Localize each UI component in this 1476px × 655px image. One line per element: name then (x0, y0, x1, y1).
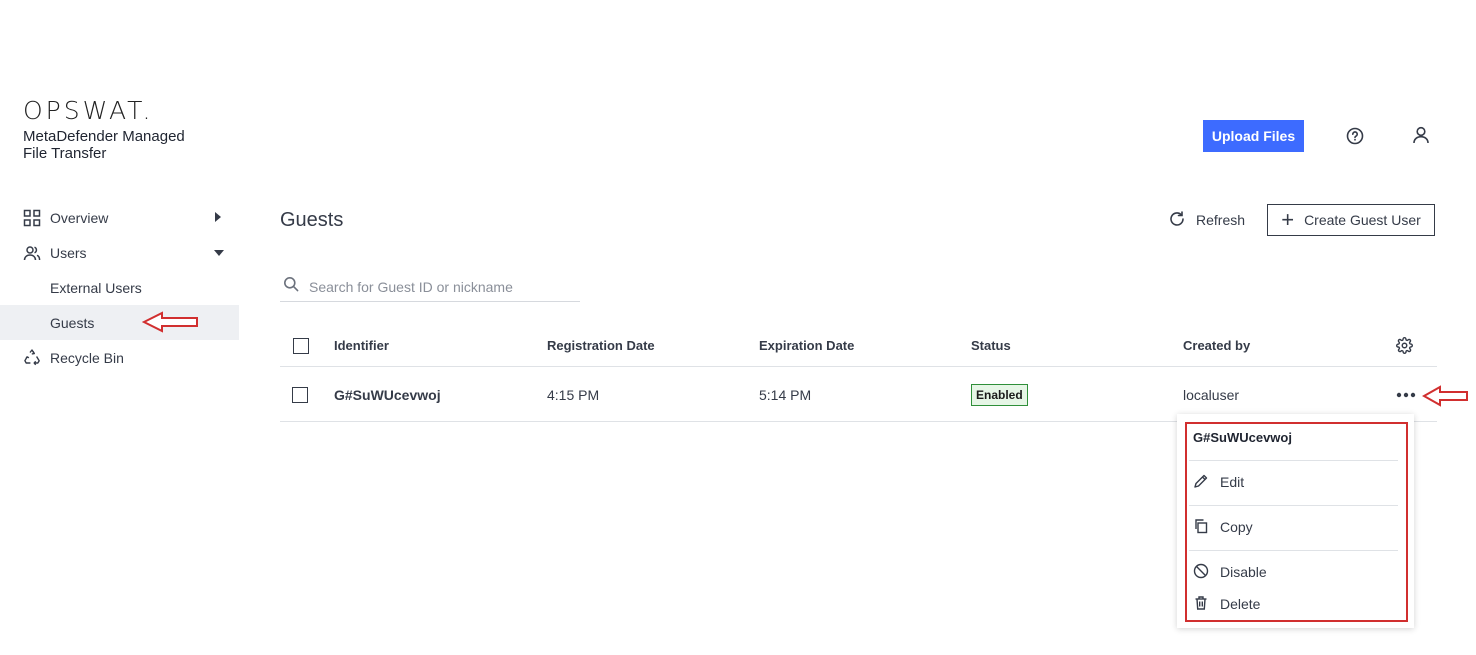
recycle-icon (23, 348, 41, 367)
menu-item-copy[interactable]: Copy (1193, 516, 1253, 538)
status-badge: Enabled (971, 383, 1028, 406)
menu-item-disable[interactable]: Disable (1193, 561, 1267, 583)
select-all-checkbox[interactable] (293, 337, 309, 354)
row-context-menu: G#SuWUcevwoj Edit Copy Disable Delete (1177, 414, 1414, 628)
refresh-icon (1168, 210, 1196, 231)
annotation-arrow-left-icon (1422, 385, 1468, 407)
opswat-logo: OPSWAT. (23, 96, 154, 125)
refresh-label: Refresh (1196, 212, 1246, 228)
search-icon (280, 276, 309, 297)
product-name: MetaDefender Managed File Transfer (23, 128, 203, 162)
refresh-button[interactable]: Refresh (1168, 208, 1245, 232)
upload-files-button[interactable]: Upload Files (1203, 120, 1304, 152)
row-checkbox[interactable] (292, 386, 308, 403)
sidebar-item-external-users[interactable]: External Users (0, 270, 239, 305)
cell-registration-date: 4:15 PM (547, 386, 600, 403)
disable-icon (1193, 563, 1220, 582)
context-menu-title: G#SuWUcevwoj (1193, 430, 1292, 445)
column-header-created-by[interactable]: Created by (1183, 325, 1250, 366)
pencil-icon (1193, 473, 1220, 492)
menu-item-label: Disable (1220, 564, 1267, 580)
sidebar-item-guests[interactable]: Guests (0, 305, 239, 340)
column-header-status[interactable]: Status (971, 325, 1011, 366)
menu-item-label: Delete (1220, 596, 1261, 612)
caret-right-icon (213, 210, 223, 226)
sidebar-item-label: External Users (50, 279, 142, 296)
cell-identifier[interactable]: G#SuWUcevwoj (334, 368, 441, 421)
table-header: Identifier Registration Date Expiration … (280, 325, 1437, 367)
menu-item-delete[interactable]: Delete (1193, 593, 1260, 615)
sidebar-item-label: Users (50, 244, 87, 261)
product-name-line2: File Transfer (23, 145, 107, 162)
sidebar-item-label: Overview (50, 209, 109, 226)
trash-icon (1193, 595, 1220, 614)
column-settings-gear-icon[interactable] (1396, 325, 1413, 366)
column-header-registration-date[interactable]: Registration Date (547, 325, 655, 366)
menu-divider (1189, 505, 1398, 506)
menu-item-edit[interactable]: Edit (1193, 471, 1244, 493)
cell-expiration-date: 5:14 PM (759, 386, 812, 403)
copy-icon (1193, 518, 1220, 537)
sidebar-item-overview[interactable]: Overview (0, 200, 239, 235)
menu-divider (1189, 460, 1398, 461)
column-header-expiration-date[interactable]: Expiration Date (759, 325, 854, 366)
column-header-identifier[interactable]: Identifier (334, 325, 389, 366)
user-icon[interactable] (1411, 125, 1431, 145)
menu-divider (1189, 550, 1398, 551)
plus-icon: + (1281, 207, 1295, 232)
menu-item-label: Edit (1220, 474, 1245, 490)
annotation-arrow-left-icon (142, 311, 198, 333)
sidebar-item-recycle-bin[interactable]: Recycle Bin (0, 340, 239, 375)
create-guest-user-button[interactable]: + Create Guest User (1267, 204, 1435, 236)
create-guest-user-label: Create Guest User (1304, 212, 1421, 228)
caret-down-icon (213, 245, 225, 261)
sidebar-item-label: Guests (50, 314, 95, 331)
menu-item-label: Copy (1220, 519, 1253, 535)
users-icon (23, 244, 41, 262)
help-circle-icon[interactable] (1345, 126, 1365, 146)
brand: OPSWAT. MetaDefender Managed File Transf… (23, 96, 203, 163)
search-input[interactable] (309, 278, 569, 295)
sidebar-item-label: Recycle Bin (50, 349, 124, 366)
sidebar-item-users[interactable]: Users (0, 235, 239, 270)
page-title: Guests (280, 209, 344, 231)
product-name-line1: MetaDefender Managed (23, 128, 185, 145)
search-box (280, 272, 580, 302)
grid-icon (23, 209, 41, 227)
